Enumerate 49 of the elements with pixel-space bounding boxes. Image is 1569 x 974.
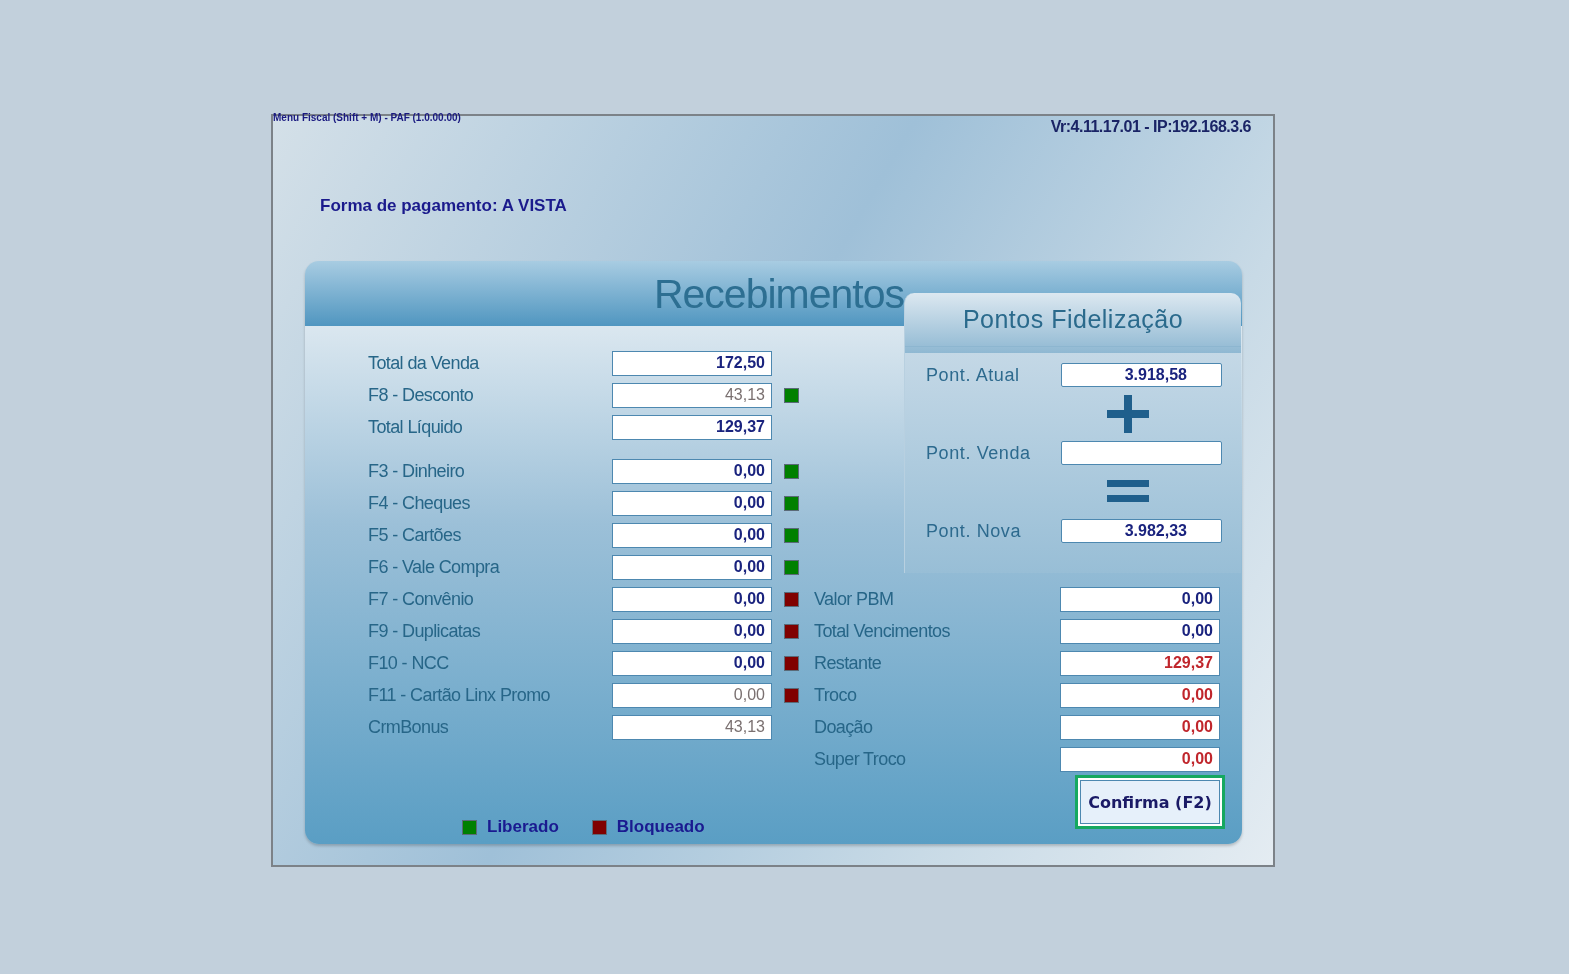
field-label: F9 - Duplicatas xyxy=(368,620,482,642)
total-label: Restante xyxy=(814,652,883,674)
version-info: Vr:4.11.17.01 - IP:192.168.3.6 xyxy=(1050,118,1251,136)
amount-field[interactable]: 0,00 xyxy=(612,554,772,580)
points-field[interactable]: 3.918,58 xyxy=(1061,363,1222,387)
amount-field[interactable]: 129,37 xyxy=(612,414,772,440)
legend-label: Bloqueado xyxy=(616,817,705,837)
field-label: CrmBonus xyxy=(368,716,450,738)
total-label: Valor PBM xyxy=(814,588,895,610)
points-field[interactable] xyxy=(1061,441,1222,465)
amount-field[interactable]: 0,00 xyxy=(612,458,772,484)
total-field[interactable]: 0,00 xyxy=(1060,746,1220,772)
points-label: Pont. Atual xyxy=(926,364,1021,386)
field-label: F3 - Dinheiro xyxy=(368,460,466,482)
total-field[interactable]: 129,37 xyxy=(1060,650,1220,676)
field-label: F6 - Vale Compra xyxy=(368,556,501,578)
field-label: F7 - Convênio xyxy=(368,588,475,610)
total-label: Troco xyxy=(814,684,858,706)
field-label: Total Líquido xyxy=(368,416,464,438)
points-label: Pont. Nova xyxy=(926,520,1023,542)
total-field[interactable]: 0,00 xyxy=(1060,586,1220,612)
menu-hint: Menu Fiscal (Shift + M) - PAF (1.0.00.00) xyxy=(273,112,461,123)
amount-field[interactable]: 0,00 xyxy=(612,618,772,644)
field-label: F8 - Desconto xyxy=(368,384,475,406)
legend-label: Liberado xyxy=(487,817,559,837)
points-label: Pont. Venda xyxy=(926,442,1032,464)
payment-method: Forma de pagamento: A VISTA xyxy=(320,196,567,216)
loyalty-title: Pontos Fidelização xyxy=(962,305,1184,334)
amount-field[interactable]: 0,00 xyxy=(612,490,772,516)
amount-field[interactable]: 172,50 xyxy=(612,350,772,376)
field-label: F10 - NCC xyxy=(368,652,450,674)
field-label: F5 - Cartões xyxy=(368,524,462,546)
total-label: Super Troco xyxy=(814,748,907,770)
field-label: F4 - Cheques xyxy=(368,492,471,514)
total-field[interactable]: 0,00 xyxy=(1060,682,1220,708)
total-label: Doação xyxy=(814,716,874,738)
equals-icon xyxy=(1107,480,1149,504)
total-label: Total Vencimentos xyxy=(814,620,951,642)
panel-title: Recebimentos xyxy=(653,271,904,318)
plus-icon xyxy=(1107,395,1149,433)
confirm-button[interactable]: Confirma (F2) xyxy=(1075,775,1225,829)
field-label: F11 - Cartão Linx Promo xyxy=(368,684,551,706)
amount-field[interactable]: 0,00 xyxy=(612,522,772,548)
total-field[interactable]: 0,00 xyxy=(1060,618,1220,644)
field-label: Total da Venda xyxy=(368,352,481,374)
points-field[interactable]: 3.982,33 xyxy=(1061,519,1222,543)
amount-field[interactable]: 0,00 xyxy=(612,650,772,676)
amount-field[interactable]: 0,00 xyxy=(612,586,772,612)
total-field[interactable]: 0,00 xyxy=(1060,714,1220,740)
